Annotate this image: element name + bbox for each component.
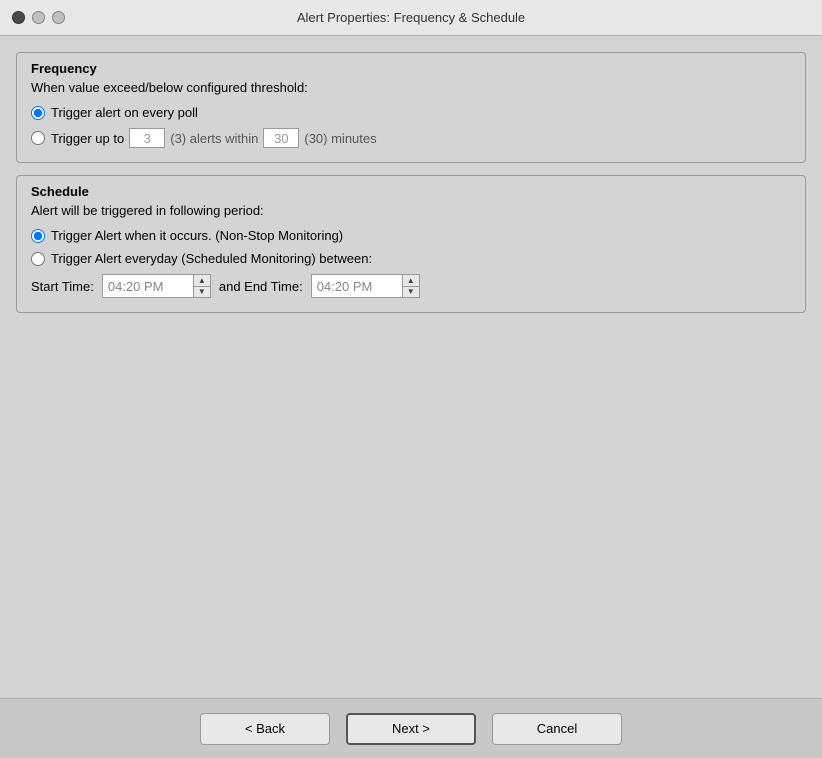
- next-button[interactable]: Next >: [346, 713, 476, 745]
- start-time-wrapper: ▲ ▼: [102, 274, 211, 298]
- schedule-radio2[interactable]: [31, 252, 45, 266]
- start-time-input[interactable]: [103, 275, 193, 297]
- frequency-description: When value exceed/below configured thres…: [31, 80, 791, 95]
- frequency-radio2-label: Trigger up to (3) alerts within (30) min…: [51, 128, 377, 148]
- frequency-minutes-input[interactable]: [263, 128, 299, 148]
- start-time-up[interactable]: ▲: [194, 275, 210, 287]
- frequency-legend: Frequency: [27, 61, 791, 76]
- end-time-label: and End Time:: [219, 279, 303, 294]
- frequency-radio2[interactable]: [31, 131, 45, 145]
- title-bar: Alert Properties: Frequency & Schedule: [0, 0, 822, 36]
- start-time-spinner: ▲ ▼: [193, 275, 210, 297]
- end-time-wrapper: ▲ ▼: [311, 274, 420, 298]
- main-content: Frequency When value exceed/below config…: [0, 36, 822, 698]
- frequency-radio1-row: Trigger alert on every poll: [31, 105, 791, 120]
- window-title: Alert Properties: Frequency & Schedule: [297, 10, 525, 25]
- end-time-down[interactable]: ▼: [403, 287, 419, 298]
- spacer: [16, 325, 806, 682]
- schedule-radio1[interactable]: [31, 229, 45, 243]
- schedule-legend: Schedule: [27, 184, 791, 199]
- schedule-description: Alert will be triggered in following per…: [31, 203, 791, 218]
- end-time-input[interactable]: [312, 275, 402, 297]
- frequency-count-input[interactable]: [129, 128, 165, 148]
- start-time-label: Start Time:: [31, 279, 94, 294]
- cancel-button[interactable]: Cancel: [492, 713, 622, 745]
- frequency-radio1[interactable]: [31, 106, 45, 120]
- end-time-up[interactable]: ▲: [403, 275, 419, 287]
- frequency-hint1: (3) alerts within: [170, 131, 258, 146]
- frequency-radio2-row: Trigger up to (3) alerts within (30) min…: [31, 128, 791, 148]
- close-button[interactable]: [12, 11, 25, 24]
- maximize-button[interactable]: [52, 11, 65, 24]
- schedule-radio2-row: Trigger Alert everyday (Scheduled Monito…: [31, 251, 791, 266]
- window-controls: [12, 11, 65, 24]
- schedule-group: Schedule Alert will be triggered in foll…: [16, 175, 806, 313]
- schedule-radio1-label: Trigger Alert when it occurs. (Non-Stop …: [51, 228, 343, 243]
- schedule-radio1-row: Trigger Alert when it occurs. (Non-Stop …: [31, 228, 791, 243]
- schedule-radio2-label: Trigger Alert everyday (Scheduled Monito…: [51, 251, 372, 266]
- back-button[interactable]: < Back: [200, 713, 330, 745]
- minimize-button[interactable]: [32, 11, 45, 24]
- frequency-radio2-prefix: Trigger up to: [51, 131, 124, 146]
- time-row: Start Time: ▲ ▼ and End Time: ▲ ▼: [31, 274, 791, 298]
- frequency-radio1-label: Trigger alert on every poll: [51, 105, 198, 120]
- frequency-group: Frequency When value exceed/below config…: [16, 52, 806, 163]
- frequency-hint2: (30) minutes: [304, 131, 376, 146]
- end-time-spinner: ▲ ▼: [402, 275, 419, 297]
- start-time-down[interactable]: ▼: [194, 287, 210, 298]
- footer: < Back Next > Cancel: [0, 698, 822, 758]
